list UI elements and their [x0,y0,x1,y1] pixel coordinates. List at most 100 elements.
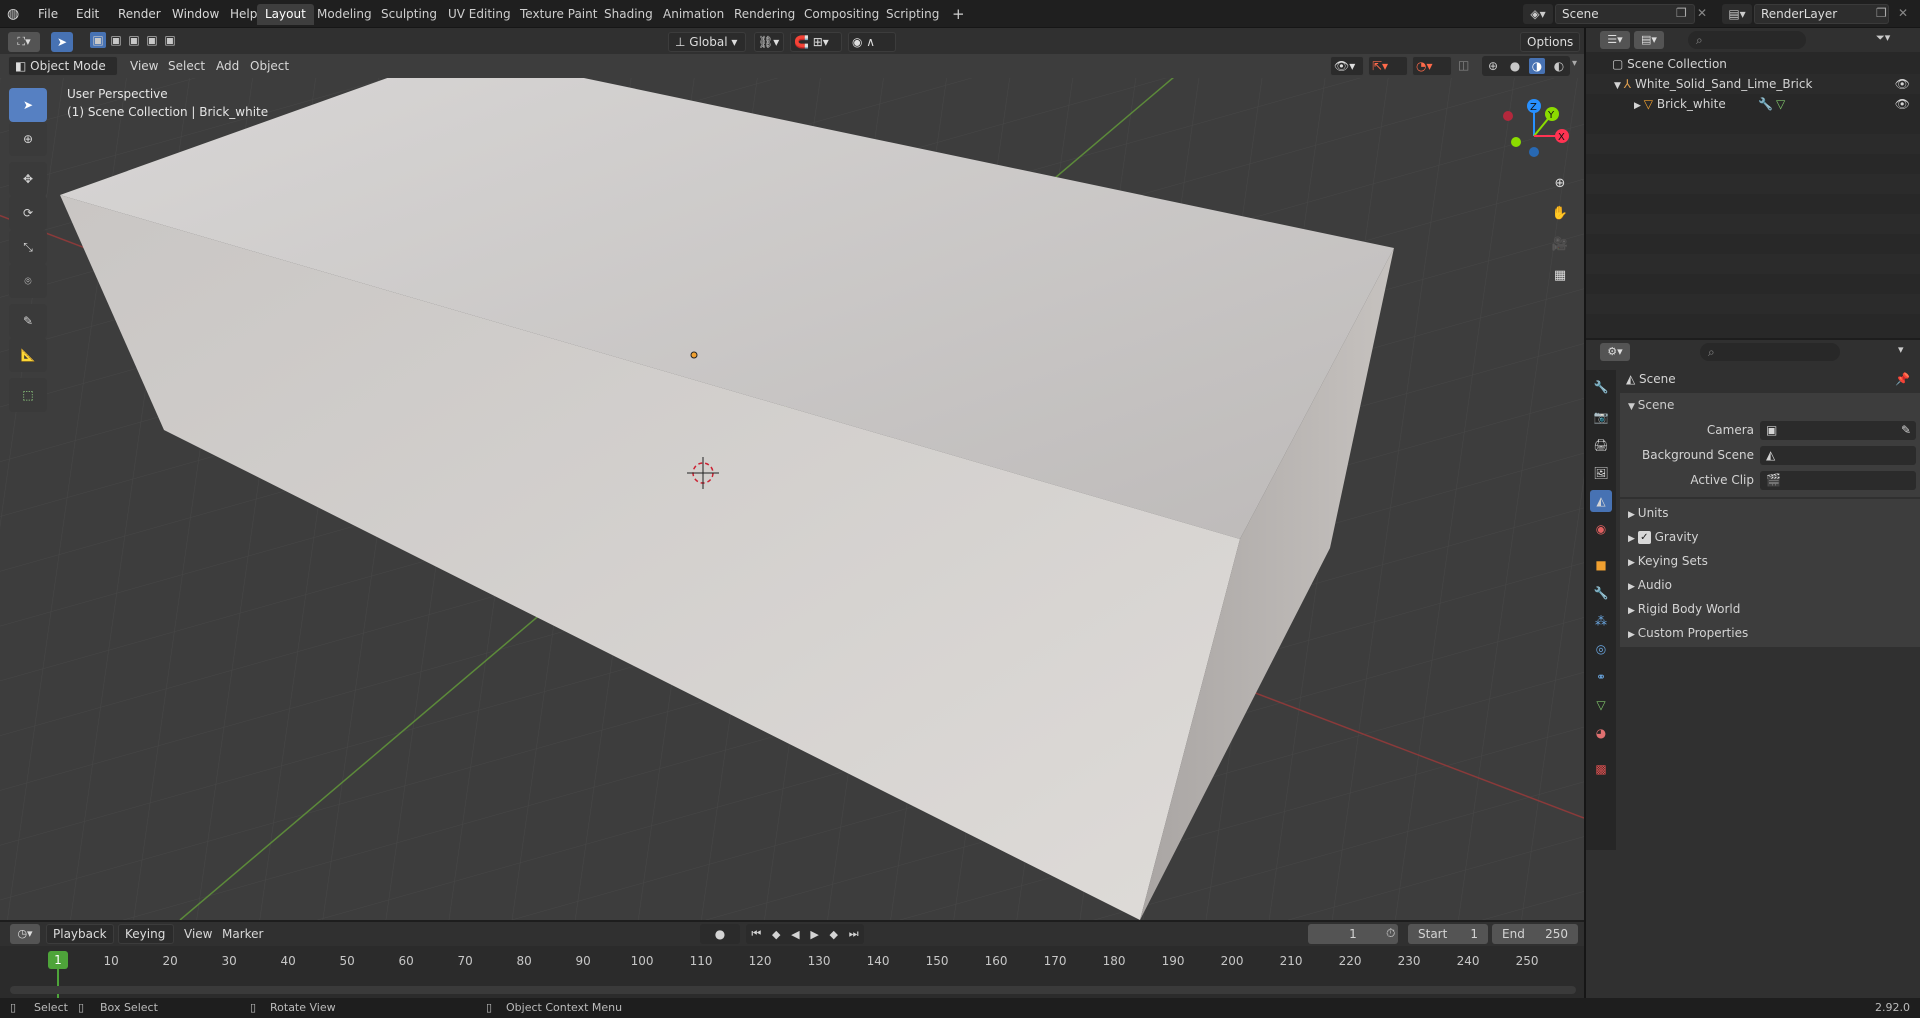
rendered-shading-icon[interactable]: ◐ [1551,58,1567,74]
scene-browse-icon[interactable]: ◈▾ [1523,4,1553,24]
view-layer-browse-icon[interactable]: ▤▾ [1722,4,1752,24]
panel-rigid-body-world[interactable]: ▶ Rigid Body World [1628,597,1918,621]
panel-custom-properties[interactable]: ▶ Custom Properties [1628,621,1918,645]
tab-texture-paint[interactable]: Texture Paint [512,4,605,25]
physics-tab-icon[interactable]: ◎ [1590,638,1612,660]
visibility-eye-icon[interactable]: 👁 [1895,94,1910,114]
zoom-icon[interactable]: ⊕ [1548,171,1572,195]
properties-options-chevron-icon[interactable]: ▾ [1898,343,1904,356]
jump-end-icon[interactable]: ⏭ [849,927,859,941]
filter-icon[interactable]: ⏷▾ [1876,31,1912,49]
tab-uv-editing[interactable]: UV Editing [440,4,519,25]
prev-keyframe-icon[interactable]: ◆ [772,928,780,941]
tab-layout[interactable]: Layout [257,4,314,25]
material-shading-icon[interactable]: ◑ [1529,58,1545,74]
mode-dropdown[interactable]: ◧ Object Mode ▾ [8,56,118,91]
tab-scripting[interactable]: Scripting [878,4,947,25]
cursor-tool[interactable]: ⊕ [9,122,47,156]
rotate-tool[interactable]: ⟳ [9,196,47,230]
particles-tab-icon[interactable]: ⁂ [1590,610,1612,632]
select-extend-icon[interactable]: ▣ [108,32,124,48]
panel-audio[interactable]: ▶ Audio [1628,573,1918,597]
properties-search-input[interactable]: ⌕ [1700,343,1840,361]
outliner-row-collection[interactable]: ▼ ⅄ White_Solid_Sand_Lime_Brick 👁 [1586,74,1920,94]
scene-name-field[interactable]: Scene [1555,4,1695,24]
start-frame-field[interactable]: Start 1 [1408,924,1488,944]
panel-gravity[interactable]: ▶ ✓ Gravity [1628,525,1918,549]
menu-window[interactable]: Window [166,4,225,24]
timeline-editor-type-icon[interactable]: ◷▾ [10,924,40,944]
snap-dropdown[interactable]: 🧲 ⊞▾ [790,32,842,52]
solid-shading-icon[interactable]: ● [1507,58,1523,74]
gravity-checkbox[interactable]: ✓ [1637,531,1651,544]
menu-object[interactable]: Object [244,56,295,76]
tab-shading[interactable]: Shading [596,4,661,25]
menu-add[interactable]: Add [210,56,245,76]
tab-rendering[interactable]: Rendering [726,4,803,25]
data-tab-icon[interactable]: ▽ [1590,694,1612,716]
visibility-eye-icon[interactable]: 👁 [1895,74,1910,94]
3d-viewport[interactable]: User Perspective (1) Scene Collection | … [0,78,1584,920]
select-box-tool[interactable]: ➤ [9,88,47,122]
outliner-row-object[interactable]: ▶ ▽ Brick_white 🔧 ▽ 👁 [1586,94,1920,114]
menu-render[interactable]: Render [112,4,167,24]
texture-tab-icon[interactable]: ▩ [1590,758,1612,780]
timeline-menu-view[interactable]: View [178,924,218,944]
add-workspace-button[interactable]: + [944,4,973,25]
active-clip-field[interactable]: 🎬 [1760,471,1916,490]
render-tab-icon[interactable]: 📷 [1590,406,1612,428]
tab-modeling[interactable]: Modeling [309,4,380,25]
camera-field[interactable]: ▣ ✎ [1760,421,1916,440]
proportional-edit-dropdown[interactable]: ◉ ∧ [848,32,896,52]
xray-icon[interactable]: ◫ [1458,58,1469,72]
timeline-menu-marker[interactable]: Marker [216,924,269,944]
view-layer-name-field[interactable]: RenderLayer [1754,4,1889,24]
measure-tool[interactable]: 📐 [9,338,47,372]
outliner-row-scene-collection[interactable]: ▢ Scene Collection [1586,54,1920,74]
panel-header-scene[interactable]: ▼ Scene [1620,393,1920,417]
view-layer-copy-icon[interactable]: ❐ [1876,6,1887,20]
tab-sculpting[interactable]: Sculpting [373,4,445,25]
stopwatch-icon[interactable]: ⏱ [1386,926,1395,941]
tab-compositing[interactable]: Compositing [796,4,887,25]
eyedropper-icon[interactable]: ✎ [1901,421,1911,440]
pivot-point-dropdown[interactable]: ⛓▾ [754,32,784,52]
display-mode-icon[interactable]: ▤▾ [1634,31,1664,49]
world-tab-icon[interactable]: ◉ [1590,518,1612,540]
modifier-wrench-icon[interactable]: 🔧 [1758,94,1773,114]
options-dropdown[interactable]: Options ▾ [1520,32,1580,67]
select-tool-icon[interactable]: ➤ [51,32,73,52]
ortho-grid-icon[interactable]: ▦ [1548,263,1572,287]
transform-tool[interactable]: ⌾ [9,264,47,298]
select-intersect-icon[interactable]: ▣ [162,32,178,48]
scene-copy-icon[interactable]: ❐ [1676,6,1687,20]
play-reverse-icon[interactable]: ◀ [791,928,799,941]
scale-tool[interactable]: ⤡ [9,230,47,264]
camera-view-icon[interactable]: 🎥 [1548,232,1572,256]
wireframe-shading-icon[interactable]: ⊕ [1485,58,1501,74]
select-invert-icon[interactable]: ▣ [144,32,160,48]
modifier-tab-icon[interactable]: 🔧 [1590,582,1612,604]
tab-animation[interactable]: Animation [655,4,732,25]
editor-type-icon[interactable]: ⛶▾ [8,32,40,52]
panel-keying-sets[interactable]: ▶ Keying Sets [1628,549,1918,573]
overlay-toggle[interactable]: ◔▾ [1412,56,1452,76]
play-icon[interactable]: ▶ [810,928,818,941]
material-tab-icon[interactable]: ◕ [1590,722,1612,744]
select-new-icon[interactable]: ▣ [90,32,106,48]
outliner-editor-type-icon[interactable]: ☰▾ [1600,31,1630,49]
blender-logo-icon[interactable]: ◍ [7,5,25,23]
annotate-tool[interactable]: ✎ [9,304,47,338]
outliner-search-input[interactable]: ⌕ [1688,31,1806,49]
playhead[interactable]: 1 [48,951,68,969]
gizmo-toggle[interactable]: ⇱▾ [1368,56,1408,76]
menu-file[interactable]: File [32,4,64,24]
playback-dropdown[interactable]: Playback ▾ [46,924,114,959]
area-divider[interactable] [1584,28,1586,998]
transform-orientation-dropdown[interactable]: ⊥ Global ▾ [668,32,746,52]
panel-units[interactable]: ▶ Units [1628,501,1918,525]
pin-icon[interactable]: 📌 [1895,368,1910,390]
timeline-scrollbar[interactable] [10,986,1576,994]
expand-arrow-icon[interactable]: ▼ [1614,81,1624,91]
view-layer-remove-icon[interactable]: ✕ [1898,6,1908,20]
